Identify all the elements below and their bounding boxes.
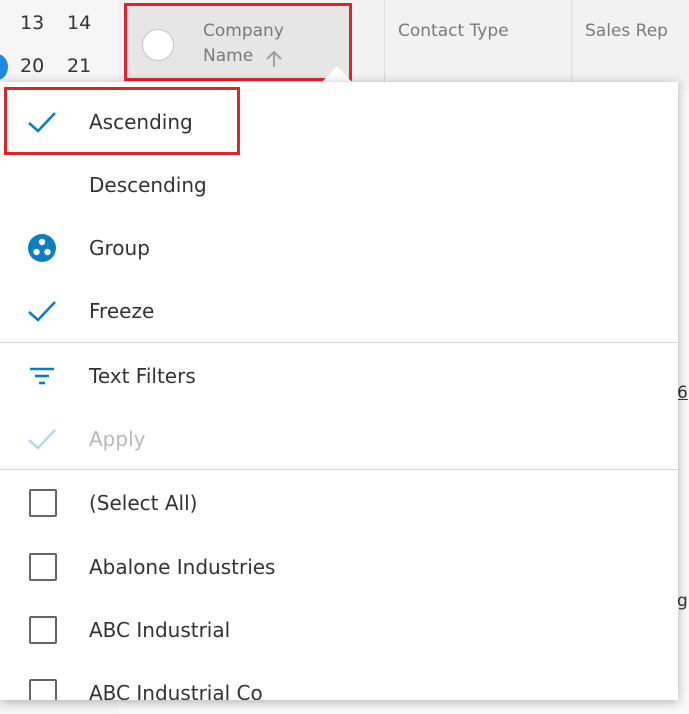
menu-divider: [0, 342, 678, 343]
menu-item-apply[interactable]: Apply: [0, 408, 678, 470]
menu-item-freeze[interactable]: Freeze: [0, 280, 678, 342]
filter-value-label: (Select All): [89, 491, 198, 515]
menu-item-descending[interactable]: Descending: [0, 154, 678, 216]
column-header-contact-type[interactable]: Contact Type: [398, 19, 509, 44]
calendar-day[interactable]: 20: [20, 55, 44, 77]
menu-divider: [0, 469, 678, 470]
calendar-day[interactable]: 14: [67, 12, 91, 34]
menu-item-label: Freeze: [89, 299, 155, 323]
checkbox[interactable]: [29, 489, 57, 517]
checkmark-icon: [28, 429, 56, 450]
filter-value-label: ABC Industrial: [89, 618, 231, 642]
checkbox[interactable]: [29, 616, 57, 644]
checkmark-icon: [28, 301, 56, 322]
menu-item-label: Text Filters: [89, 364, 196, 388]
column-options-menu: Ascending Descending Group Freeze Text F…: [0, 82, 678, 700]
menu-item-label: Descending: [89, 173, 207, 197]
menu-item-group[interactable]: Group: [0, 217, 678, 279]
filter-value-abalone-industries[interactable]: Abalone Industries: [0, 536, 678, 598]
annotation-highlight-column-header: [124, 3, 352, 81]
filter-value-label: ABC Industrial Co: [89, 681, 263, 700]
grid-cell-peek: 6: [677, 383, 688, 403]
filter-icon: [30, 367, 54, 385]
filter-value-abc-industrial-co[interactable]: ABC Industrial Co: [0, 662, 678, 700]
column-header-sales-rep[interactable]: Sales Rep: [585, 19, 668, 44]
calendar-day[interactable]: 13: [20, 12, 44, 34]
column-divider[interactable]: [384, 0, 385, 90]
filter-value-select-all[interactable]: (Select All): [0, 472, 678, 534]
checkbox[interactable]: [29, 679, 57, 700]
menu-caret: [322, 66, 352, 82]
calendar-today-marker: [0, 54, 8, 80]
grid-cell-peek: g: [677, 591, 688, 611]
calendar-day[interactable]: 21: [67, 55, 91, 77]
filter-value-label: Abalone Industries: [89, 555, 276, 579]
menu-item-label: Apply: [89, 427, 146, 451]
menu-item-label: Group: [89, 236, 150, 260]
group-icon: [28, 234, 56, 262]
filter-value-abc-industrial[interactable]: ABC Industrial: [0, 599, 678, 661]
checkbox[interactable]: [29, 553, 57, 581]
annotation-highlight-ascending: [4, 87, 240, 155]
menu-item-text-filters[interactable]: Text Filters: [0, 345, 678, 407]
column-divider[interactable]: [571, 0, 572, 90]
